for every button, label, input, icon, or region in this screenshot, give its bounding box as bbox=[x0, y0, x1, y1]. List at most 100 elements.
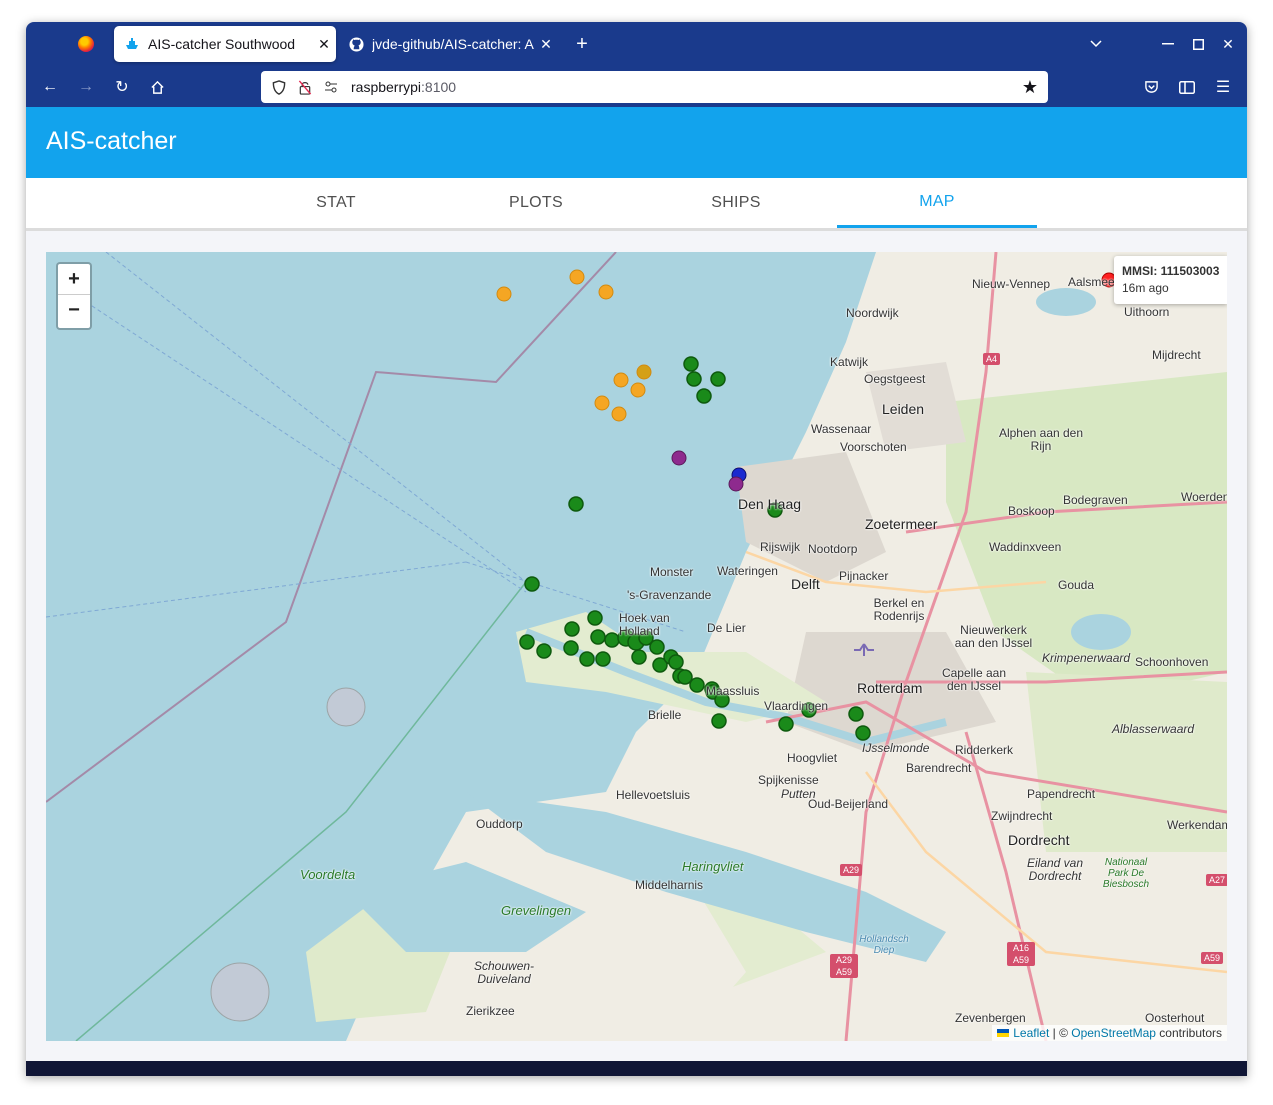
map-label: Zwijndrecht bbox=[991, 809, 1053, 823]
menu-icon[interactable]: ☰ bbox=[1211, 75, 1235, 99]
pocket-icon[interactable] bbox=[1139, 75, 1163, 99]
map-label: Spijkenisse bbox=[758, 773, 819, 787]
lake bbox=[1036, 288, 1096, 316]
ship-icon bbox=[124, 36, 140, 52]
map-label: 's-Gravenzande bbox=[627, 588, 712, 602]
ship-marker bbox=[855, 725, 871, 741]
map-label: Hollandsch Diep bbox=[859, 934, 909, 956]
close-tab-icon[interactable]: ✕ bbox=[534, 36, 558, 53]
map-label: Berkel en Rodenrijs bbox=[873, 596, 925, 623]
back-icon[interactable]: ← bbox=[38, 75, 62, 99]
bookmark-star-icon[interactable]: ★ bbox=[1020, 77, 1040, 97]
ship-marker bbox=[536, 643, 552, 659]
tooltip-age: 16m ago bbox=[1122, 281, 1169, 295]
map-label: Zoetermeer bbox=[865, 516, 938, 532]
ship-marker bbox=[683, 356, 699, 372]
ship-marker-purple bbox=[728, 476, 744, 492]
ship-marker bbox=[710, 371, 726, 387]
permissions-icon[interactable] bbox=[323, 79, 339, 95]
map-base-layer bbox=[46, 252, 1227, 1041]
tab-stat[interactable]: STAT bbox=[236, 178, 436, 228]
map-label: Nootdorp bbox=[808, 542, 858, 556]
map-label: IJsselmonde bbox=[862, 741, 930, 755]
map-label: Zevenbergen bbox=[955, 1011, 1026, 1025]
map-label: Eiland van Dordrecht bbox=[1026, 856, 1084, 883]
tab-ships[interactable]: SHIPS bbox=[636, 178, 836, 228]
close-window-icon[interactable]: ✕ bbox=[1216, 32, 1240, 56]
map-label: Aalsmeer bbox=[1068, 275, 1119, 289]
map-label: Oosterhout bbox=[1145, 1011, 1205, 1025]
tab-map[interactable]: MAP bbox=[837, 178, 1037, 228]
ship-marker bbox=[668, 654, 684, 670]
map-label: Hellevoetsluis bbox=[616, 788, 691, 802]
browser-window: AIS-catcher Southwood ✕ jvde-github/AIS-… bbox=[26, 22, 1247, 1076]
map-label: Mijdrecht bbox=[1152, 348, 1201, 362]
map-label: Rotterdam bbox=[857, 680, 923, 696]
map-label: Ridderkerk bbox=[955, 743, 1014, 757]
sidebar-icon[interactable] bbox=[1175, 75, 1199, 99]
attribution-suffix: contributors bbox=[1155, 1026, 1222, 1040]
lake bbox=[1071, 614, 1131, 650]
attribution-separator: | © bbox=[1049, 1026, 1072, 1040]
map-label: Middelharnis bbox=[635, 878, 704, 892]
list-all-tabs-icon[interactable] bbox=[1084, 32, 1108, 56]
map-label: Voordelta bbox=[300, 867, 356, 882]
browser-tab-bar: AIS-catcher Southwood ✕ jvde-github/AIS-… bbox=[26, 22, 1247, 67]
ship-marker bbox=[613, 372, 629, 388]
zoom-in-button[interactable]: + bbox=[58, 264, 90, 295]
ship-markers-orange bbox=[496, 269, 652, 422]
map-label: Pijnacker bbox=[839, 569, 889, 583]
map-label: Uithoorn bbox=[1124, 305, 1170, 319]
osm-link[interactable]: OpenStreetMap bbox=[1071, 1026, 1156, 1040]
browser-tab-github[interactable]: jvde-github/AIS-catcher: A ✕ bbox=[338, 26, 558, 62]
map-label: Werkendam bbox=[1167, 818, 1227, 832]
home-icon[interactable] bbox=[145, 75, 169, 99]
map-label: Nationaal Park De Biesbosch bbox=[1102, 857, 1150, 890]
minimize-icon[interactable] bbox=[1156, 32, 1180, 56]
map-label: Papendrecht bbox=[1027, 787, 1096, 801]
zoom-out-button[interactable]: − bbox=[58, 295, 90, 325]
ship-marker bbox=[649, 639, 665, 655]
road-sign: A27 bbox=[1206, 874, 1227, 886]
reload-icon[interactable]: ↻ bbox=[110, 75, 134, 99]
map-label: Zierikzee bbox=[466, 1004, 515, 1018]
map-label: Katwijk bbox=[830, 355, 869, 369]
map-label: Wateringen bbox=[717, 564, 778, 578]
url-bar[interactable]: raspberrypi:8100 ★ bbox=[261, 71, 1048, 103]
ukraine-flag-icon bbox=[997, 1029, 1010, 1037]
ship-marker bbox=[563, 640, 579, 656]
browser-nav-bar: ← → ↻ raspberrypi:8100 ★ ☰ bbox=[26, 67, 1247, 107]
road-sign: A29 A59 bbox=[830, 954, 858, 978]
map-label: Rijswijk bbox=[760, 540, 800, 554]
maximize-icon[interactable] bbox=[1186, 32, 1210, 56]
map-label: Alphen aan den Rijn bbox=[998, 426, 1084, 453]
app-title: AIS-catcher bbox=[46, 127, 177, 155]
map-label: Brielle bbox=[648, 708, 682, 722]
ship-marker bbox=[778, 716, 794, 732]
close-tab-icon[interactable]: ✕ bbox=[312, 36, 336, 53]
map-label: Waddinxveen bbox=[989, 540, 1062, 554]
map-label: De Lier bbox=[707, 621, 746, 635]
road-sign: A59 bbox=[1201, 952, 1224, 964]
map-label: Wassenaar bbox=[811, 422, 872, 436]
url-text[interactable]: raspberrypi:8100 bbox=[351, 79, 456, 95]
map-label: Schouwen-Duiveland bbox=[474, 959, 535, 986]
insecure-connection-icon[interactable] bbox=[297, 79, 313, 95]
ship-marker bbox=[569, 269, 585, 285]
road-sign: A29 bbox=[840, 864, 863, 876]
firefox-icon[interactable] bbox=[78, 36, 94, 52]
shipping-lane bbox=[105, 252, 527, 583]
ship-marker bbox=[696, 388, 712, 404]
leaflet-link[interactable]: Leaflet bbox=[1013, 1026, 1049, 1040]
map-label: Oud-Beijerland bbox=[808, 797, 889, 811]
tab-plots[interactable]: PLOTS bbox=[436, 178, 636, 228]
ship-marker bbox=[579, 651, 595, 667]
browser-tab-ais-catcher[interactable]: AIS-catcher Southwood ✕ bbox=[114, 26, 336, 62]
map-label: Maassluis bbox=[706, 684, 760, 698]
forward-icon[interactable]: → bbox=[74, 75, 98, 99]
map-label: Schoonhoven bbox=[1135, 655, 1209, 669]
shield-icon[interactable] bbox=[271, 79, 287, 95]
map-label: Grevelingen bbox=[501, 903, 572, 918]
map[interactable]: Nieuw-Vennep Aalsmeer Uithoorn Noordwijk… bbox=[46, 252, 1227, 1041]
new-tab-icon[interactable]: + bbox=[570, 32, 594, 56]
